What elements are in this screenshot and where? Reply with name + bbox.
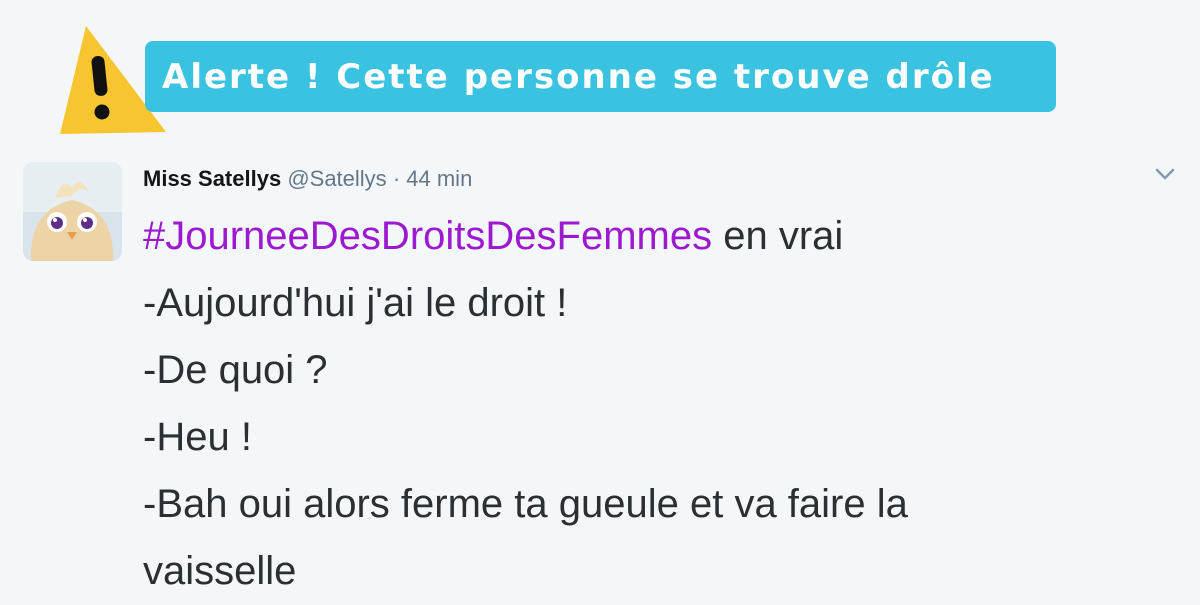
tweet-line: -Aujourd'hui j'ai le droit ! — [143, 281, 568, 325]
tweet-line: -De quoi ? — [143, 348, 328, 392]
hashtag-link[interactable]: #JourneeDesDroitsDesFemmes — [143, 214, 712, 258]
chevron-down-icon[interactable] — [1153, 164, 1177, 184]
tweet-line-text: en vrai — [712, 214, 844, 258]
tweet-line: #JourneeDesDroitsDesFemmes en vrai — [143, 203, 1173, 270]
tweet-line: vaisselle — [143, 549, 297, 593]
tweet-line: -Bah oui alors ferme ta gueule et va fai… — [143, 482, 908, 526]
alert-banner-text: Alerte ! Cette personne se trouve drôle — [162, 56, 995, 97]
author-handle[interactable]: @Satellys — [287, 166, 386, 191]
tweet-timestamp[interactable]: 44 min — [406, 166, 472, 191]
header-separator: · — [392, 166, 401, 191]
avatar[interactable] — [23, 162, 122, 261]
tweet-header: Miss Satellys @Satellys · 44 min — [143, 165, 472, 193]
tweet-line: -Heu ! — [143, 415, 252, 459]
author-name[interactable]: Miss Satellys — [143, 166, 281, 191]
tweet-text: #JourneeDesDroitsDesFemmes en vrai -Aujo… — [143, 203, 1173, 605]
yellow-chick-avatar-icon — [23, 162, 122, 261]
alert-banner: Alerte ! Cette personne se trouve drôle — [145, 41, 1056, 112]
